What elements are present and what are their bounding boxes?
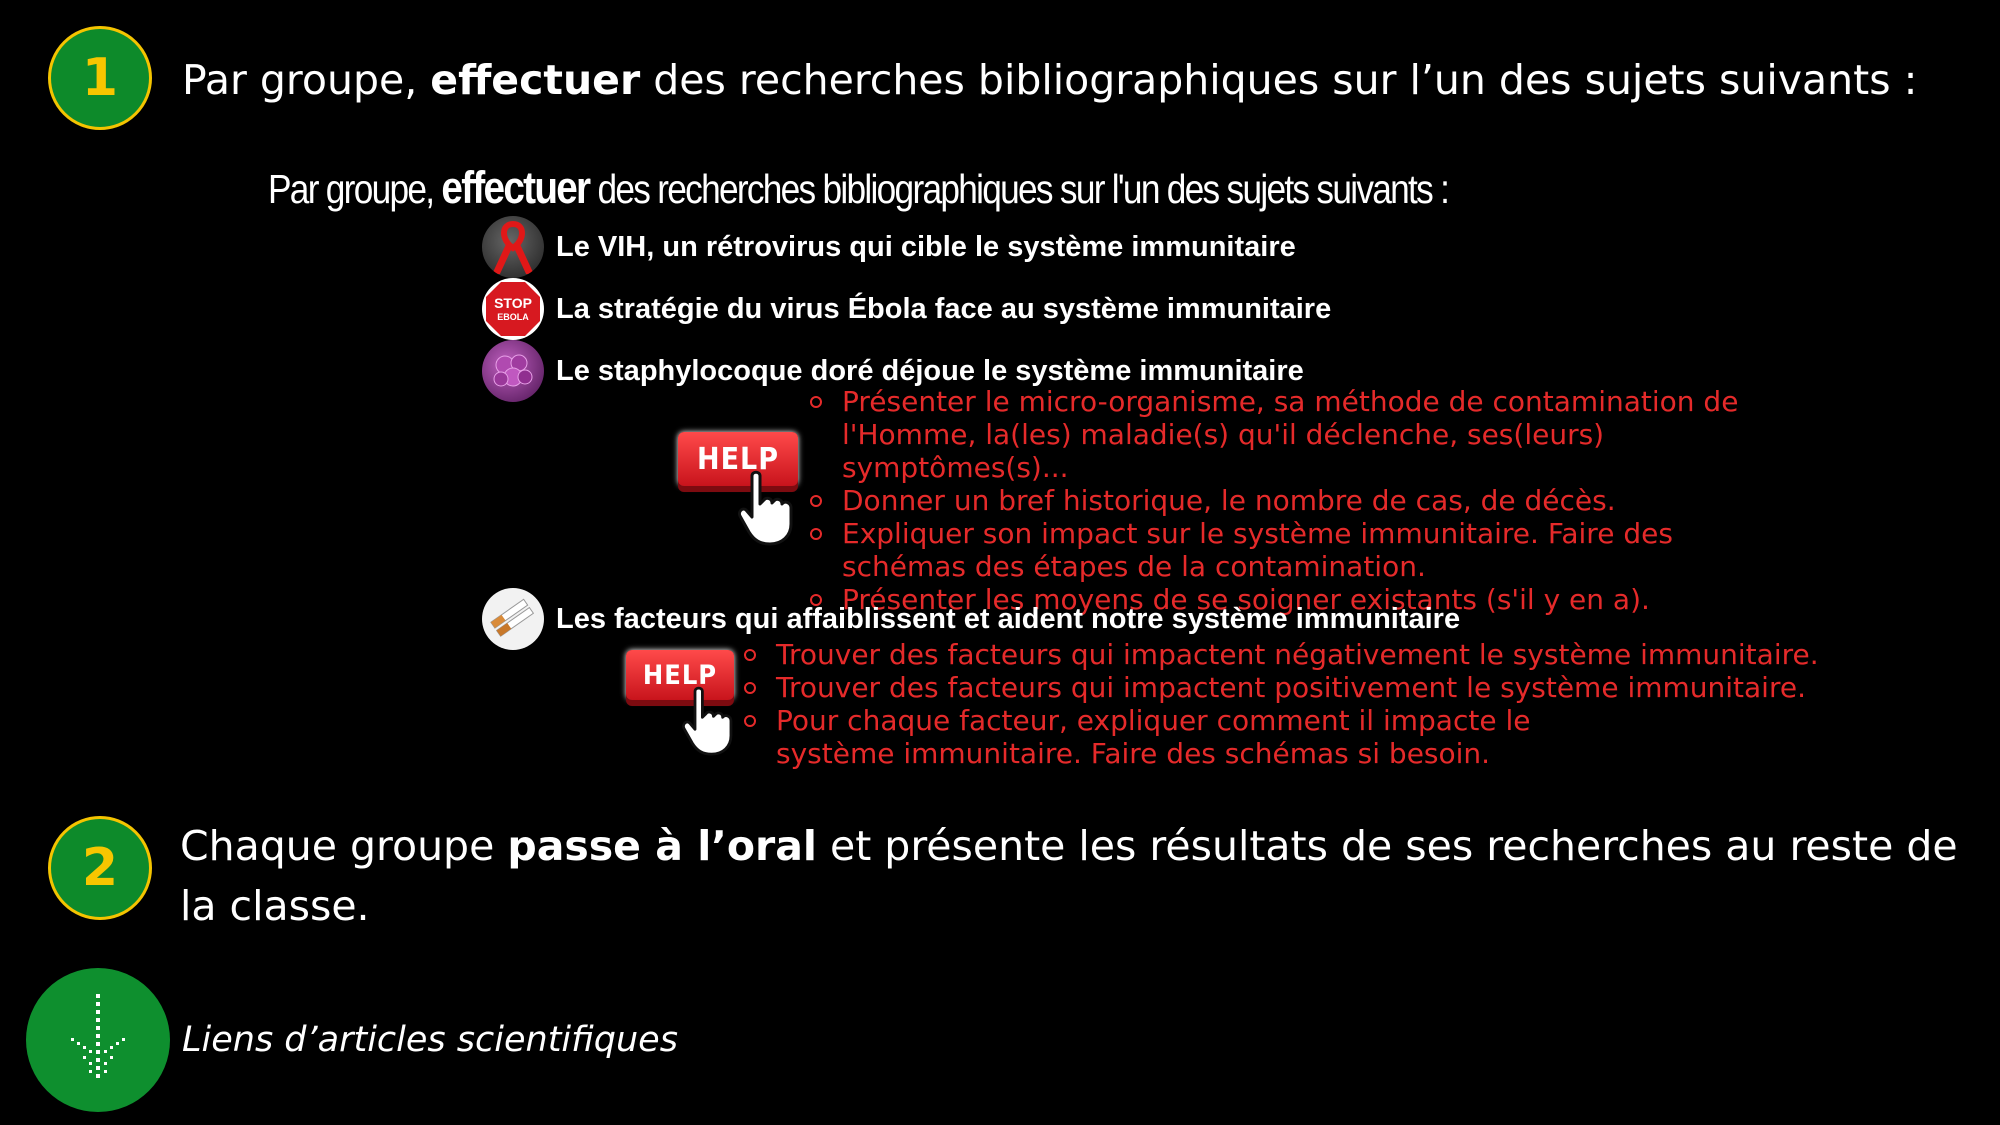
step-1-number: 1 [81,48,119,108]
stop-ebola-top-text: STOP [494,295,532,311]
topic-ebola: STOP EBOLA La stratégie du virus Ébola f… [482,278,1331,340]
bacteria-icon [482,340,544,402]
step-1-badge: 1 [48,26,152,130]
step-2-badge: 2 [48,816,152,920]
topic-hiv-title: Le VIH, un rétrovirus qui cible le systè… [556,230,1296,263]
list-item: Présenter le micro-organisme, sa méthode… [808,385,1768,484]
image-subtitle: Par groupe, effectuer des recherches bib… [268,162,1450,213]
stop-ebola-icon: STOP EBOLA [482,278,544,340]
topic-hiv: Le VIH, un rétrovirus qui cible le systè… [482,216,1296,278]
pointer-hand-icon [682,686,733,756]
pointer-hand-icon [738,470,793,546]
help-1-bullet-list: Présenter le micro-organisme, sa méthode… [808,385,1768,616]
step-2-verb: passe à l’oral [507,822,817,870]
help-2-bullet-list: Trouver des facteurs qui impactent négat… [742,638,1819,770]
download-arrow-icon [71,994,125,1078]
list-item: Trouver des facteurs qui impactent posit… [742,671,1806,704]
step-1-instruction: Par groupe, effectuer des recherches bib… [182,56,1918,104]
topic-factors-title: Les facteurs qui affaiblissent et aident… [556,602,1461,635]
list-item: Expliquer son impact sur le système immu… [808,517,1768,583]
stop-ebola-bottom-text: EBOLA [497,312,529,322]
step-1-verb: effectuer [430,56,641,104]
red-ribbon-icon [482,216,544,278]
list-item: Pour chaque facteur, expliquer comment i… [742,704,1646,770]
scientific-links-label[interactable]: Liens d’articles scientifiques [182,1020,678,1060]
list-item: Donner un bref historique, le nombre de … [808,484,1768,517]
topic-ebola-title: La stratégie du virus Ébola face au syst… [556,292,1332,325]
step-2-instruction: Chaque groupe passe à l’oral et présente… [180,822,1958,930]
step-2-number: 2 [81,838,119,898]
list-item: Trouver des facteurs qui impactent négat… [742,638,1819,671]
scientific-links-button[interactable] [26,968,170,1112]
topic-staphylococcus-title: Le staphylocoque doré déjoue le système … [556,354,1304,387]
cigarettes-icon [482,588,544,650]
